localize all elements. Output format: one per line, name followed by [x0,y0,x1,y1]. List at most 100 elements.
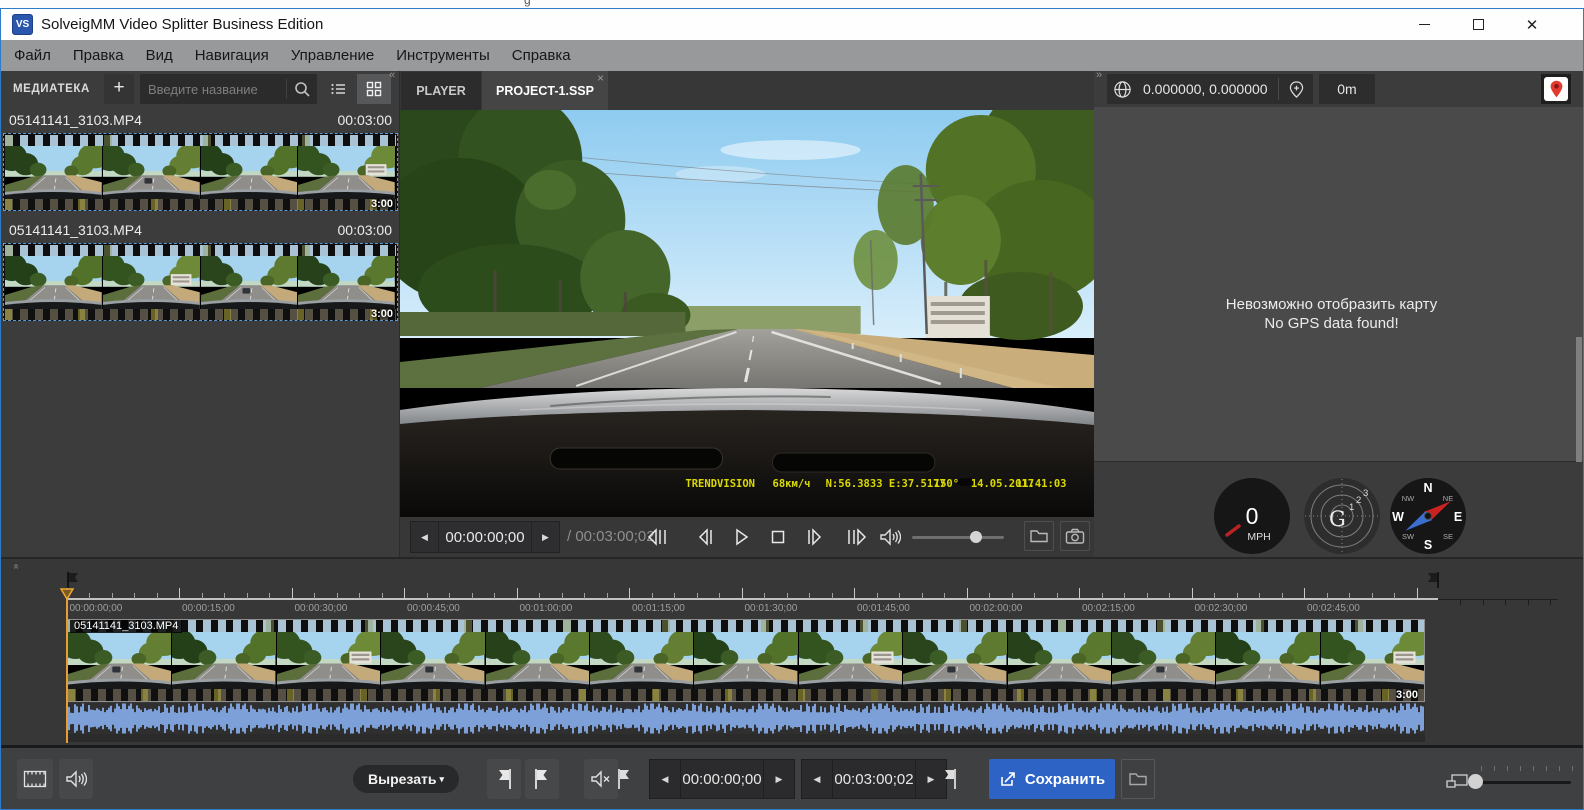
video-thumbnail [1321,632,1424,689]
out-time-flag-icon [939,766,961,792]
search-input[interactable] [140,82,286,97]
tab-project[interactable]: PROJECT-1.SSP × [482,71,608,110]
end-time-decrease-button[interactable]: ◀ [802,760,832,798]
window-edge-scroll-thumb[interactable] [1576,337,1582,462]
speed-value: 0 [1246,503,1259,529]
ruler-tick [1349,593,1350,599]
media-item-filmstrip[interactable]: 3:00 [3,133,398,211]
tab-player[interactable]: PLAYER [401,72,481,110]
out-point-marker[interactable] [1425,572,1439,588]
menu-bar: ФайлПравкаВидНавигацияУправлениеИнструме… [1,40,1583,71]
volume-slider-knob[interactable] [970,531,982,543]
menu-item-navigation[interactable]: Навигация [184,40,280,71]
ruler-tick [1259,593,1260,599]
video-thumbnail [1112,632,1216,689]
media-item-duration: 00:03:00 [338,222,393,238]
current-time-value[interactable]: 00:00:00;00 [438,522,532,552]
map-message: Невозможно отобразить карту No GPS data … [1094,295,1569,333]
add-location-icon[interactable] [1279,80,1313,99]
close-button[interactable]: ✕ [1515,9,1549,40]
ruler-tick [1304,588,1305,599]
zoom-tick [1546,766,1547,771]
zoom-slider-knob[interactable] [1468,774,1483,789]
menu-item-tools[interactable]: Инструменты [385,40,501,71]
video-thumbnail [381,632,485,689]
ruler-tick [427,593,428,599]
menu-item-edit[interactable]: Правка [62,40,135,71]
ruler-tick [224,593,225,599]
set-in-marker-button[interactable] [487,759,521,799]
add-media-button[interactable]: + [104,74,134,104]
output-folder-button[interactable] [1121,759,1155,799]
ruler-tick [404,588,405,599]
next-keyframe-button[interactable] [838,519,874,555]
snapshot-button[interactable] [1060,521,1090,551]
volume-slider-track[interactable] [912,536,1004,539]
media-item-row[interactable]: 05141141_3103.MP4 00:03:00 [1,112,400,132]
time-step-forward-button[interactable]: ▶ [532,522,559,552]
ruler-tick [1102,593,1103,599]
search-icon[interactable] [287,80,317,98]
audio-track-base [67,734,1425,742]
menu-item-control[interactable]: Управление [280,40,385,71]
zoom-tick [1481,766,1482,771]
audio-waveform[interactable] [67,703,1425,734]
start-time-decrease-button[interactable]: ◀ [650,760,680,798]
time-step-back-button[interactable]: ◀ [411,522,438,552]
speed-gauge: 0 MPH [1213,477,1291,555]
step-back-button[interactable] [688,519,724,555]
video-preview[interactable]: TRENDVISION 68км/ч N:56.3833 E:37.5177 1… [400,110,1094,517]
ruler-label: 00:02:30;00 [1195,603,1248,614]
media-item-row[interactable]: 05141141_3103.MP4 00:03:00 [1,222,400,242]
zoom-slider-track[interactable] [1471,781,1571,784]
panel-expand-icon[interactable]: » [1096,69,1102,81]
video-track-toggle-button[interactable] [17,759,53,799]
play-button[interactable] [724,519,760,555]
ruler-label: 00:01:00;00 [520,603,573,614]
ruler-tick [1057,593,1058,599]
media-item-filmstrip[interactable]: 3:00 [3,243,398,321]
tab-close-icon[interactable]: × [597,71,604,85]
video-thumbnail [799,632,903,689]
open-folder-button[interactable] [1024,521,1054,551]
gps-coordinates[interactable]: 0.000000, 0.000000 [1137,81,1278,97]
start-time-value[interactable]: 00:00:00;00 [680,760,764,798]
menu-item-help[interactable]: Справка [501,40,582,71]
ruler-tick [742,588,743,599]
timeline-clip[interactable]: 05141141_3103.MP4 3:00 [67,619,1425,702]
maximize-button[interactable] [1461,9,1495,40]
start-time-control: ◀ 00:00:00;00 ▶ [649,759,795,799]
video-thumbnail [201,256,299,309]
cut-button[interactable]: Вырезать ▾ [353,765,459,793]
grid-icon [365,80,383,98]
gps-altitude[interactable]: 0m [1319,74,1375,104]
grid-view-button[interactable] [357,74,391,104]
panel-collapse-icon[interactable]: « [389,69,395,81]
ruler-tick [1327,593,1328,599]
set-out-marker-button[interactable] [525,759,559,799]
video-thumbnail [298,146,396,199]
ruler-tick [989,593,990,599]
minimize-button[interactable] [1407,9,1441,40]
map-message-line2: No GPS data found! [1094,314,1569,333]
ruler-tick [1192,588,1193,599]
save-button[interactable]: Сохранить [989,759,1115,799]
menu-item-view[interactable]: Вид [135,40,184,71]
in-point-marker[interactable] [67,572,81,588]
flag-left-icon [496,768,512,790]
timeline-ruler[interactable]: 00:00:00;0000:00:15;0000:00:30;0000:00:4… [1,559,1583,619]
playhead-line[interactable] [66,599,68,743]
audio-track-toggle-button[interactable] [59,759,93,799]
stop-button[interactable] [760,519,796,555]
library-title: МЕДИАТЕКА [13,71,90,107]
list-view-button[interactable] [323,74,353,104]
start-time-increase-button[interactable]: ▶ [764,760,794,798]
show-on-map-button[interactable] [1541,74,1571,104]
step-forward-button[interactable] [796,519,832,555]
ruler-tick [787,593,788,599]
media-library-panel: МЕДИАТЕКА + [1,71,400,557]
menu-item-file[interactable]: Файл [3,40,62,71]
volume-button[interactable] [872,519,908,555]
end-time-value[interactable]: 00:03:00;02 [832,760,916,798]
previous-keyframe-button[interactable] [640,519,676,555]
